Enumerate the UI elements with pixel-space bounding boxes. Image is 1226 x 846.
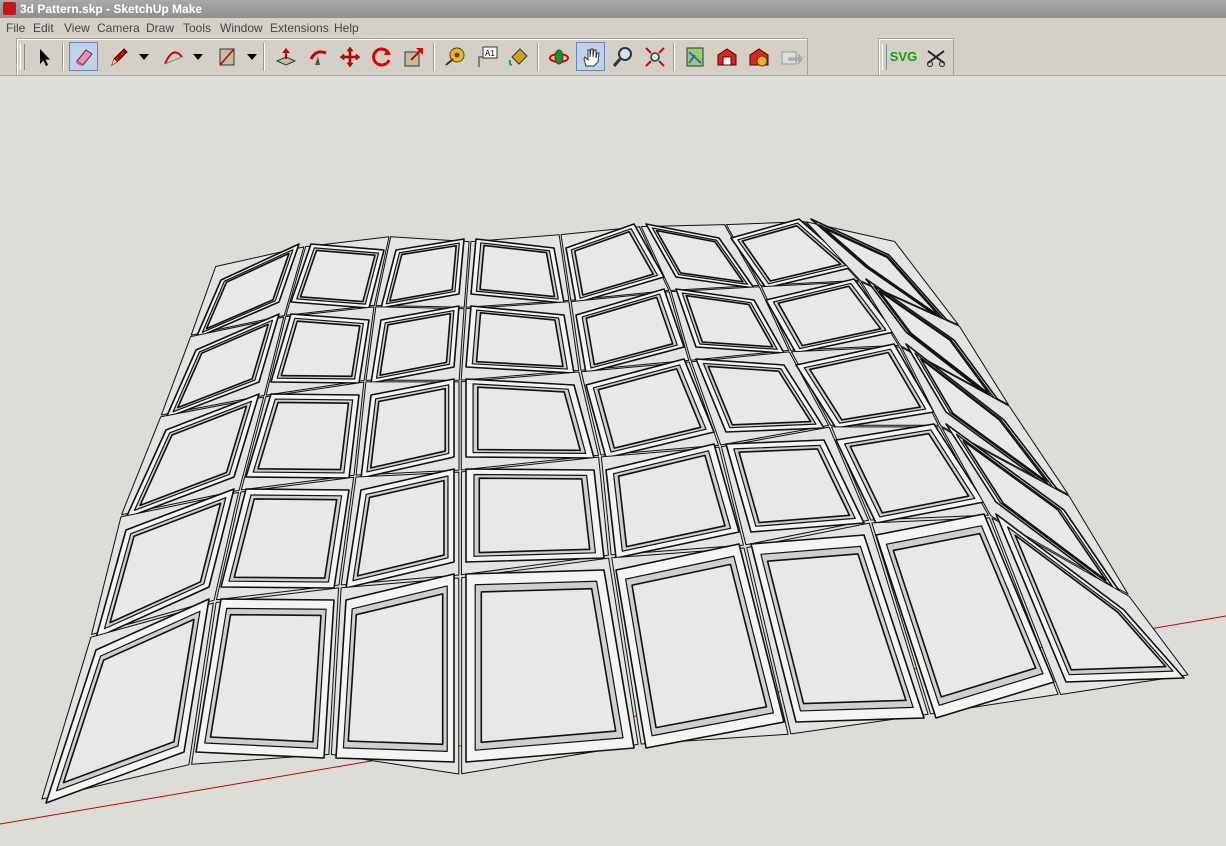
arc-dropdown[interactable] [191, 42, 205, 71]
pattern-tile[interactable] [41, 598, 214, 804]
toolbar-separator [673, 43, 675, 71]
rotate-icon [371, 47, 391, 66]
pattern-tile[interactable] [460, 371, 599, 471]
pattern-tile[interactable] [460, 456, 609, 576]
model-viewport[interactable] [0, 75, 1226, 846]
move-icon [339, 46, 360, 67]
tape-measure-tool-button[interactable] [440, 42, 469, 71]
svg-label: SVG [889, 49, 918, 64]
toolbar-separator [537, 43, 539, 71]
menu-tools[interactable]: Tools [183, 21, 211, 35]
model-canvas[interactable] [0, 76, 1226, 846]
pattern-tile[interactable] [600, 443, 744, 559]
pattern-tile[interactable] [355, 378, 460, 479]
svg-text:A1: A1 [485, 49, 495, 58]
move-tool-button[interactable] [335, 42, 364, 71]
map-icon [686, 47, 703, 66]
pattern-tile[interactable] [460, 301, 580, 381]
pattern-tile[interactable] [465, 234, 570, 308]
pattern-tile[interactable] [340, 468, 460, 589]
orbit-tool-button[interactable] [544, 42, 573, 71]
text-icon: A1 [478, 46, 497, 67]
menu-file[interactable]: File [6, 21, 25, 35]
svg-plugin-toolbar: SVG [878, 38, 954, 76]
warehouse-icon [717, 47, 736, 65]
zoom-extents-icon [644, 46, 665, 67]
pencil-tool-button[interactable] [104, 42, 133, 71]
share-model-tool-button[interactable] [776, 42, 805, 71]
menu-draw[interactable]: Draw [146, 21, 174, 35]
pattern-tile[interactable] [461, 557, 639, 775]
pattern-tile[interactable] [570, 288, 690, 374]
paint-bucket-icon [508, 47, 528, 66]
paint-bucket-tool-button[interactable] [504, 42, 533, 71]
chevron-down-icon [193, 53, 203, 60]
pattern-tile[interactable] [191, 587, 340, 765]
title-bar: 3d Pattern.skp - SketchUp Make [0, 0, 1226, 18]
rectangle-tool-button[interactable] [212, 42, 241, 71]
add-location-tool-button[interactable] [680, 42, 709, 71]
scale-icon [404, 47, 423, 66]
cut-tool-button[interactable] [921, 42, 950, 71]
eraser-tool-button[interactable] [69, 42, 98, 71]
arrow-icon [39, 48, 50, 66]
svg-export-button[interactable]: SVG [888, 42, 919, 71]
rotate-tool-button[interactable] [367, 42, 396, 71]
eraser-icon [75, 48, 93, 66]
follow-me-tool-button[interactable] [303, 42, 332, 71]
sketchup-app-icon [3, 2, 16, 15]
scissors-icon [926, 49, 945, 67]
toolbar-separator [263, 43, 265, 71]
main-toolbar: A1 [16, 38, 808, 76]
push-pull-icon [275, 47, 296, 66]
menu-view[interactable]: View [64, 21, 90, 35]
hand-icon [582, 48, 600, 66]
share-icon [781, 51, 803, 64]
extension-icon [749, 47, 768, 66]
shape-dropdown[interactable] [245, 42, 259, 71]
arc-tool-button[interactable] [158, 42, 187, 71]
pencil-dropdown[interactable] [137, 42, 151, 71]
tape-measure-icon [444, 47, 464, 66]
zoom-tool-button[interactable] [608, 42, 637, 71]
chevron-down-icon [139, 53, 149, 60]
chevron-down-icon [247, 53, 257, 60]
pattern-tile[interactable] [330, 573, 460, 775]
magnifier-icon [612, 46, 632, 67]
select-tool-button[interactable] [29, 42, 58, 71]
toolbar-separator [433, 43, 435, 71]
scale-tool-button[interactable] [399, 42, 428, 71]
window-title: 3d Pattern.skp - SketchUp Make [20, 2, 203, 16]
follow-me-icon [309, 49, 327, 65]
pattern-tile[interactable] [375, 236, 470, 309]
menu-extensions[interactable]: Extensions [270, 21, 329, 35]
toolbar-grip[interactable] [20, 44, 25, 70]
menu-bar: File Edit View Camera Draw Tools Window … [0, 18, 1226, 37]
3d-warehouse-tool-button[interactable] [712, 42, 741, 71]
toolbar-grip[interactable] [882, 44, 887, 70]
pattern-model[interactable] [41, 218, 1189, 804]
orbit-icon [548, 49, 569, 64]
pattern-tile[interactable] [365, 305, 465, 384]
extension-warehouse-tool-button[interactable] [744, 42, 773, 71]
menu-edit[interactable]: Edit [33, 21, 54, 35]
pencil-icon [110, 47, 128, 66]
zoom-extents-tool-button[interactable] [640, 42, 669, 71]
text-tool-button[interactable]: A1 [472, 42, 501, 71]
menu-window[interactable]: Window [220, 21, 263, 35]
arc-icon [163, 50, 183, 64]
menu-camera[interactable]: Camera [97, 21, 140, 35]
pan-tool-button[interactable] [576, 42, 605, 71]
push-pull-tool-button[interactable] [271, 42, 300, 71]
rectangle-icon [218, 48, 235, 65]
toolbar-separator [62, 43, 64, 71]
menu-help[interactable]: Help [334, 21, 359, 35]
